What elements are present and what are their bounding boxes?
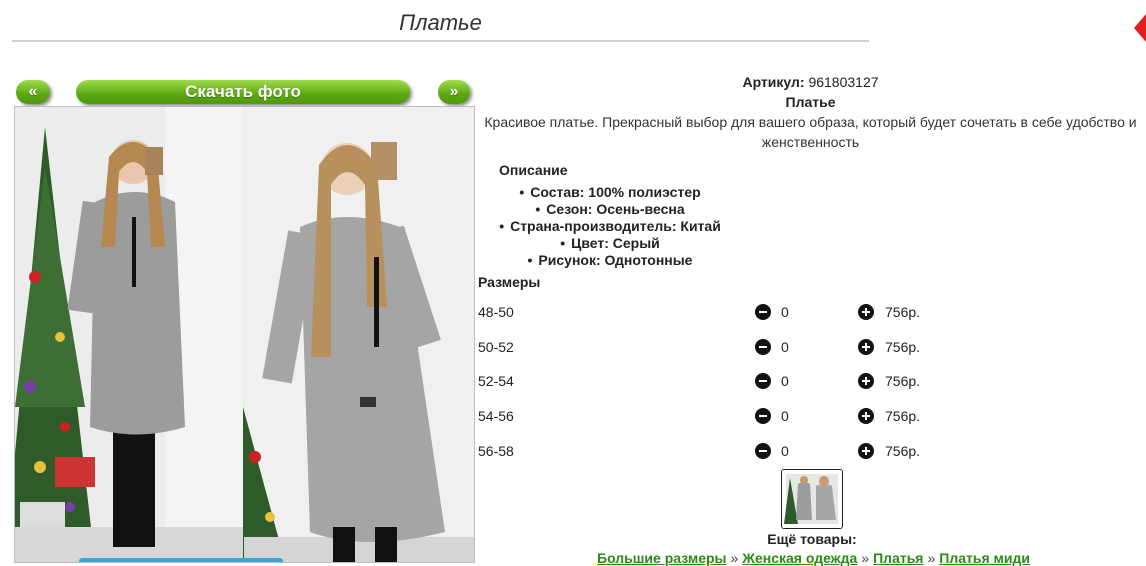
size-row: 52-54 0 756р. [478,369,938,393]
quantity-value: 0 [781,339,789,355]
product-description: Красивое платье. Прекрасный выбор для ва… [484,114,1137,150]
size-label: 56-58 [478,443,514,459]
article-label: Артикул: [742,74,805,90]
size-label: 54-56 [478,408,514,424]
price-value: 756р. [885,304,921,320]
product-thumbnail[interactable] [781,469,843,529]
attribute-item: Состав: 100% полиэстер [475,184,745,201]
product-photo [14,106,475,563]
minus-circle-icon[interactable] [755,339,771,355]
size-label: 52-54 [478,373,514,389]
breadcrumb-separator: » [927,550,936,566]
thumbnail-image [784,474,838,524]
attribute-item: Рисунок: Однотонные [475,252,745,269]
breadcrumb-separator: » [861,550,870,566]
quantity-value: 0 [781,373,789,389]
plus-circle-icon[interactable] [858,373,874,389]
breadcrumb-separator: » [730,550,739,566]
plus-circle-icon[interactable] [858,304,874,320]
size-row: 50-52 0 756р. [478,335,938,359]
price-value: 756р. [885,339,921,355]
article-line: Артикул: 961803127 [475,72,1146,92]
attribute-list: Состав: 100% полиэстер Сезон: Осень-весн… [475,184,745,269]
description-heading: Описание [499,162,568,178]
product-name: Платье [785,94,836,110]
corner-decoration-icon [1134,14,1146,42]
minus-circle-icon[interactable] [755,408,771,424]
size-row: 56-58 0 756р. [478,439,938,463]
attribute-item: Сезон: Осень-весна [475,201,745,218]
price-value: 756р. [885,443,921,459]
previous-photo-button[interactable]: « [16,80,50,104]
quantity-value: 0 [781,304,789,320]
plus-circle-icon[interactable] [858,339,874,355]
breadcrumb-link[interactable]: Женская одежда [742,550,857,566]
minus-circle-icon[interactable] [755,304,771,320]
plus-circle-icon[interactable] [858,408,874,424]
quantity-value: 0 [781,408,789,424]
size-label: 48-50 [478,304,514,320]
article-value: 961803127 [808,74,879,90]
size-label: 50-52 [478,339,514,355]
product-photo-image [15,107,474,562]
breadcrumb-link[interactable]: Платья миди [939,550,1030,566]
product-details: Артикул: 961803127 Платье Красивое плать… [475,72,1146,269]
price-value: 756р. [885,408,921,424]
more-products-heading: Ещё товары: [767,531,857,547]
minus-circle-icon[interactable] [755,373,771,389]
price-value: 756р. [885,373,921,389]
download-photo-button[interactable]: Скачать фото [76,80,410,104]
sizes-heading: Размеры [478,274,541,290]
attribute-item: Страна-производитель: Китай [475,218,745,235]
breadcrumb: Большие размеры» Женская одежда» Платья» Пл… [597,550,1030,566]
minus-circle-icon[interactable] [755,443,771,459]
breadcrumb-link[interactable]: Платья [873,550,923,566]
size-row: 48-50 0 756р. [478,300,938,324]
breadcrumb-link[interactable]: Большие размеры [597,550,727,566]
next-photo-button[interactable]: » [438,80,470,104]
plus-circle-icon[interactable] [858,443,874,459]
size-row: 54-56 0 756р. [478,404,938,428]
quantity-value: 0 [781,443,789,459]
page-title: Платье [12,8,869,42]
attribute-item: Цвет: Серый [475,235,745,252]
